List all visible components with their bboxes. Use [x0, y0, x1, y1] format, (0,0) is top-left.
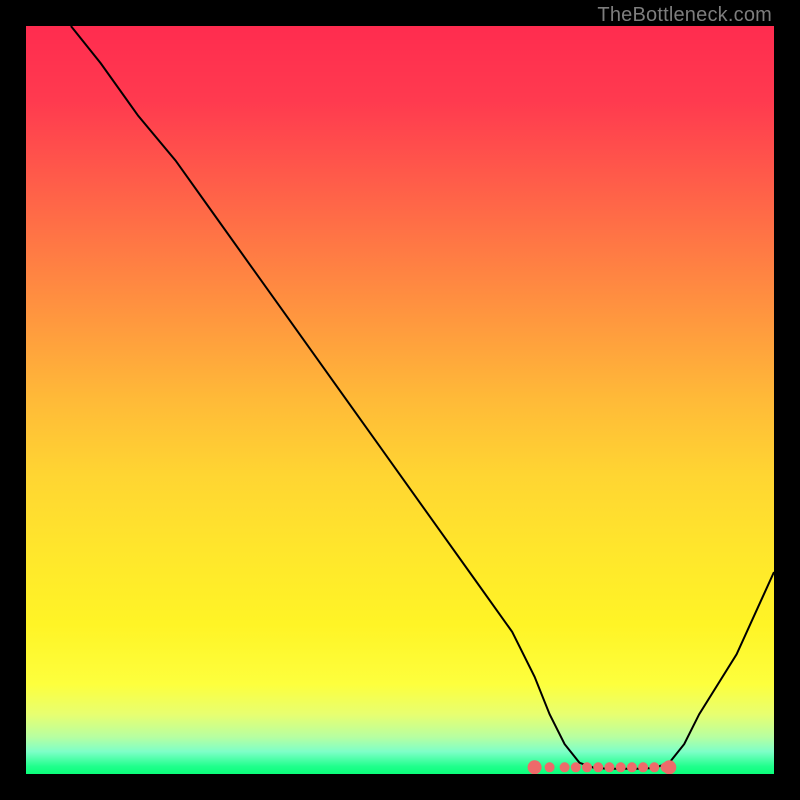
optimal-dot	[638, 762, 648, 772]
optimal-dot	[593, 762, 603, 772]
optimal-region-dots	[26, 26, 774, 774]
optimal-dot	[528, 760, 542, 774]
optimal-dot	[627, 762, 637, 772]
optimal-dot	[662, 760, 676, 774]
optimal-dot	[616, 762, 626, 772]
chart-plot-area	[26, 26, 774, 774]
optimal-dot	[582, 762, 592, 772]
optimal-dot	[649, 762, 659, 772]
optimal-dot	[604, 762, 614, 772]
optimal-dot	[571, 762, 581, 772]
attribution-label: TheBottleneck.com	[597, 4, 772, 27]
optimal-dot	[560, 762, 570, 772]
optimal-dot	[545, 762, 555, 772]
